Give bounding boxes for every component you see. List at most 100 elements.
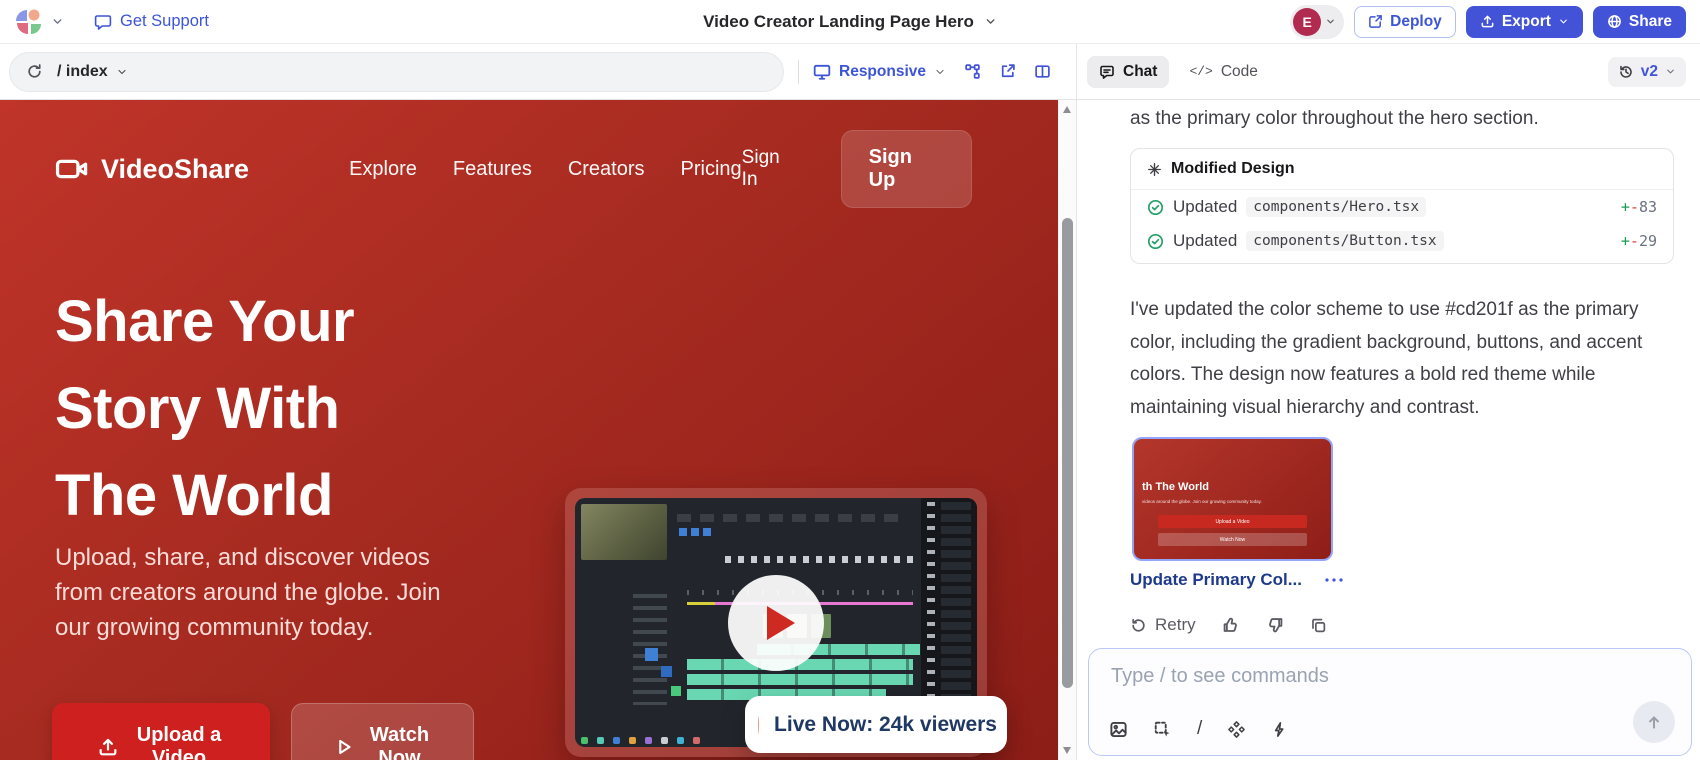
scrollbar-thumb[interactable] — [1062, 218, 1073, 688]
copy-button[interactable] — [1310, 617, 1327, 634]
modified-design-card: Modified Design Updated components/Hero.… — [1130, 148, 1674, 264]
file-update-row: Updated components/Button.tsx +-29 — [1131, 224, 1673, 263]
live-now-badge: Live Now: 24k viewers — [745, 696, 1007, 753]
tab-code[interactable]: </> Code — [1177, 56, 1269, 88]
editor-transport-controls — [725, 556, 915, 563]
file-action-label: Updated — [1173, 197, 1237, 217]
code-icon: </> — [1189, 64, 1212, 79]
refresh-icon[interactable] — [26, 63, 43, 80]
nav-link-pricing[interactable]: Pricing — [681, 158, 742, 181]
thumbs-down-button[interactable] — [1266, 616, 1284, 634]
account-menu[interactable]: E — [1290, 5, 1344, 39]
sparkle-icon — [1147, 162, 1162, 177]
modified-design-header: Modified Design — [1131, 149, 1673, 190]
hero-heading-line3: The World — [55, 452, 354, 539]
scrollbar-up-arrow[interactable] — [1063, 106, 1071, 113]
share-button[interactable]: Share — [1593, 6, 1686, 38]
hero-cta-row: Upload a Video Watch Now — [52, 703, 474, 760]
project-title-dropdown[interactable]: Video Creator Landing Page Hero — [703, 12, 997, 32]
support-label: Get Support — [120, 12, 209, 31]
components-tree-icon[interactable] — [964, 63, 981, 80]
toolbar-divider — [798, 60, 799, 84]
version-thumbnail[interactable]: th The World videos around the globe. Jo… — [1132, 437, 1333, 561]
diff-stat: +-83 — [1621, 198, 1657, 216]
upload-video-label: Upload a Video — [133, 724, 225, 760]
nav-link-features[interactable]: Features — [453, 158, 532, 181]
editor-yellow-marker — [687, 602, 715, 605]
upload-icon — [97, 736, 119, 758]
project-title: Video Creator Landing Page Hero — [703, 12, 974, 32]
integrations-diamonds-icon[interactable] — [1227, 720, 1246, 739]
hero-description: Upload, share, and discover videos from … — [55, 540, 475, 645]
route-chevron-down-icon — [116, 66, 128, 78]
editor-top-toolbar — [677, 514, 905, 522]
logo-chevron-down-icon[interactable] — [51, 15, 64, 28]
sign-in-link[interactable]: Sign In — [742, 147, 801, 191]
support-chat-bubble-icon — [94, 13, 112, 31]
sign-up-button[interactable]: Sign Up — [841, 130, 972, 208]
app-logo-icon[interactable] — [14, 7, 43, 36]
app-window: Get Support Video Creator Landing Page H… — [0, 0, 1700, 760]
site-preview: VideoShare Explore Features Creators Pri… — [0, 100, 1058, 760]
avatar: E — [1293, 8, 1321, 36]
attach-image-icon[interactable] — [1109, 720, 1128, 739]
file-path-chip: components/Hero.tsx — [1246, 197, 1426, 217]
viewport-size-dropdown[interactable]: Responsive — [813, 63, 946, 81]
nav-link-explore[interactable]: Explore — [349, 158, 417, 181]
editor-blue-block — [645, 648, 658, 661]
send-button[interactable] — [1633, 701, 1675, 743]
hero-heading-line2: Story With — [55, 365, 354, 452]
version-history-dropdown[interactable]: v2 — [1608, 57, 1686, 87]
scrollbar-down-arrow[interactable] — [1063, 747, 1071, 754]
site-brand[interactable]: VideoShare — [55, 154, 249, 185]
viewport-size-label: Responsive — [839, 63, 926, 81]
video-camera-icon — [55, 154, 89, 184]
external-link-icon — [1368, 14, 1383, 29]
live-badge-label: Live Now: 24k viewers — [774, 713, 997, 737]
site-nav-links: Explore Features Creators Pricing — [349, 158, 742, 181]
quick-actions-bolt-icon[interactable] — [1271, 721, 1288, 738]
tab-chat[interactable]: Chat — [1087, 56, 1169, 88]
version-menu-dots-icon[interactable] — [1324, 576, 1344, 584]
export-button[interactable]: Export — [1466, 6, 1583, 38]
play-outline-icon — [334, 737, 354, 757]
check-circle-icon — [1147, 233, 1164, 250]
hero-heading-line1: Share Your — [55, 278, 354, 365]
deploy-button[interactable]: Deploy — [1354, 6, 1456, 38]
chat-tab-label: Chat — [1123, 63, 1157, 81]
chat-composer: / — [1088, 648, 1692, 756]
diff-minus: - — [1630, 232, 1639, 250]
share-label: Share — [1629, 13, 1672, 31]
editor-chip — [691, 528, 699, 536]
history-icon — [1618, 64, 1634, 80]
site-brand-label: VideoShare — [101, 154, 249, 185]
editor-chip — [703, 528, 711, 536]
nav-link-creators[interactable]: Creators — [568, 158, 645, 181]
version-label-row: Update Primary Col... — [1130, 570, 1676, 590]
editor-blue-block — [661, 666, 672, 677]
site-navbar: VideoShare Explore Features Creators Pri… — [0, 130, 1058, 208]
chat-scroll-area[interactable]: as the primary color throughout the hero… — [1077, 100, 1692, 644]
main-split: VideoShare Explore Features Creators Pri… — [0, 100, 1700, 760]
split-view-icon[interactable] — [1034, 63, 1051, 80]
watch-now-button[interactable]: Watch Now — [291, 703, 474, 760]
version-name-link[interactable]: Update Primary Col... — [1130, 570, 1302, 590]
retry-button[interactable]: Retry — [1130, 615, 1196, 635]
thumbs-up-button[interactable] — [1222, 616, 1240, 634]
upload-video-button[interactable]: Upload a Video — [52, 703, 270, 760]
modified-design-title: Modified Design — [1171, 160, 1295, 178]
get-support-link[interactable]: Get Support — [94, 12, 209, 31]
slash-command-icon[interactable]: / — [1197, 718, 1202, 740]
account-chevron-down-icon — [1325, 16, 1336, 27]
open-in-new-tab-icon[interactable] — [999, 63, 1016, 80]
video-play-button[interactable] — [728, 575, 824, 671]
route-dropdown[interactable]: / index — [57, 63, 128, 81]
chat-input[interactable] — [1109, 663, 1611, 701]
toolbar: / index Responsive — [0, 44, 1700, 100]
url-bar[interactable]: / index — [9, 52, 784, 92]
live-dot-icon — [758, 716, 759, 734]
version-label: v2 — [1641, 63, 1658, 81]
select-element-icon[interactable] — [1153, 720, 1172, 739]
preview-scrollbar[interactable] — [1058, 100, 1076, 760]
top-bar: Get Support Video Creator Landing Page H… — [0, 0, 1700, 44]
